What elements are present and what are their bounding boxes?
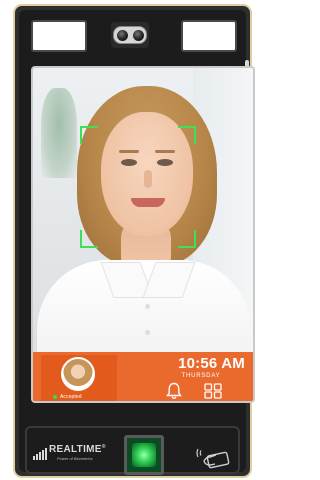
brand-logo: REALTIME® Power of Biometrics	[33, 444, 113, 468]
camera-module	[111, 22, 149, 48]
logo-bars-icon	[33, 448, 47, 460]
status-bar: Accepted 10:56 AM THURSDAY	[33, 352, 253, 401]
bell-icon[interactable]	[166, 382, 182, 400]
camera-lens-left	[116, 29, 128, 41]
frame-corner-bottom-left	[80, 230, 98, 248]
frame-corner-bottom-right	[178, 230, 196, 248]
shirt-button	[145, 330, 150, 335]
ir-sensor-left	[31, 20, 87, 52]
status-dot-icon	[53, 394, 57, 399]
terminal-body: Accepted 10:56 AM THURSDAY REALTIME® Pow…	[19, 10, 255, 475]
clock: 10:56 AM THURSDAY	[145, 355, 245, 380]
sensor-bar	[19, 10, 246, 64]
face-detection-frame	[80, 126, 196, 248]
ir-sensor-right	[181, 20, 237, 52]
shirt-button	[145, 304, 150, 309]
frame-corner-top-left	[80, 126, 98, 144]
camera-lens-right	[132, 29, 144, 41]
rfid-card-icon	[196, 448, 230, 469]
matched-user-card: Accepted	[41, 355, 117, 401]
bottom-panel-frame: REALTIME® Power of Biometrics	[25, 426, 240, 475]
fingerprint-glow	[132, 443, 156, 467]
background-plant	[41, 88, 77, 178]
brand-tagline: Power of Biometrics	[57, 456, 93, 461]
fingerprint-sensor[interactable]	[124, 435, 164, 475]
user-status: Accepted	[53, 393, 105, 400]
grid-icon[interactable]	[204, 383, 222, 399]
biometric-terminal: Accepted 10:56 AM THURSDAY REALTIME® Pow…	[13, 4, 255, 478]
user-avatar	[61, 357, 95, 391]
clock-day: THURSDAY	[181, 373, 221, 379]
frame-corner-top-right	[178, 126, 196, 144]
status-text: Accepted	[60, 393, 82, 400]
dual-camera	[113, 26, 147, 44]
display-screen: Accepted 10:56 AM THURSDAY	[31, 66, 255, 403]
camera-feed	[33, 68, 253, 352]
bottom-panel: REALTIME® Power of Biometrics	[19, 420, 246, 480]
clock-time: 10:56 AM	[178, 355, 245, 372]
brand-name: REALTIME®	[49, 444, 106, 455]
